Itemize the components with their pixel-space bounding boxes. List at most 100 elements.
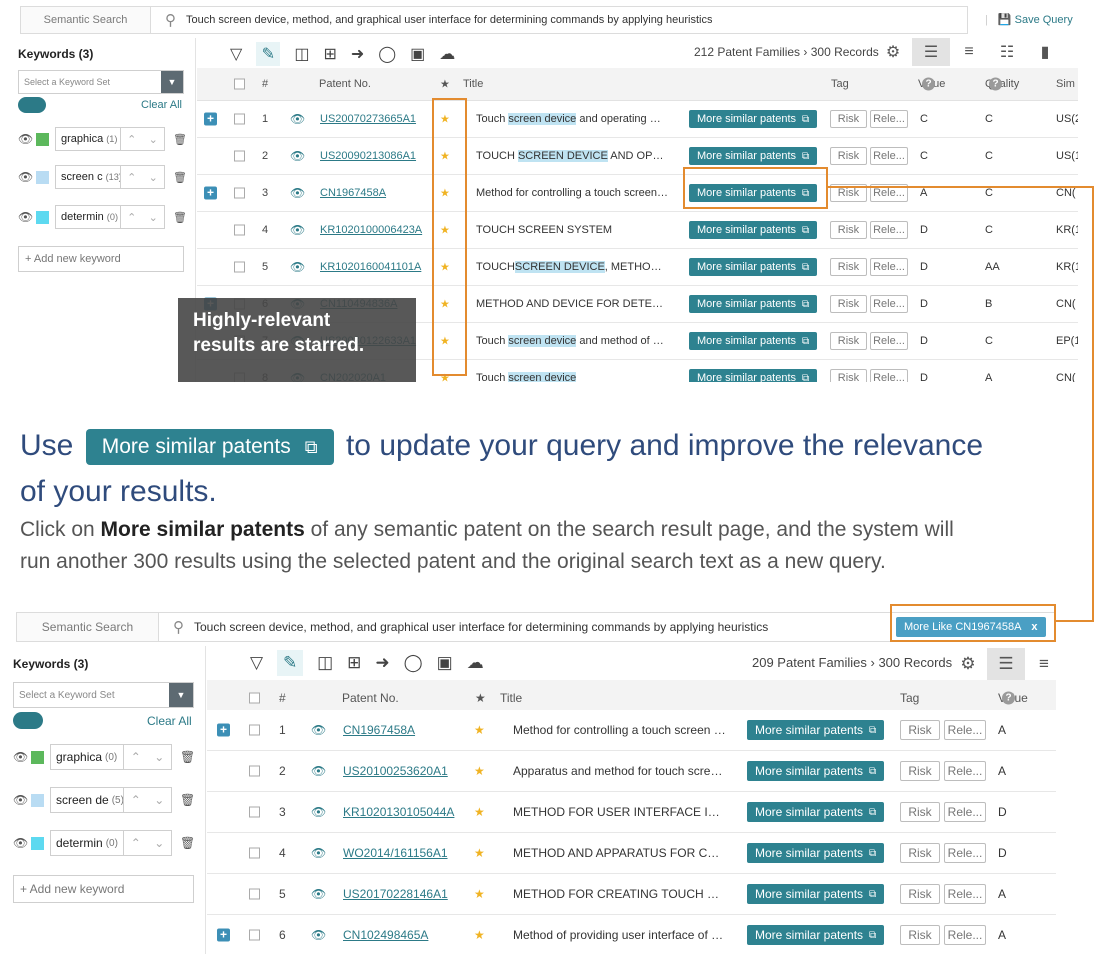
risk-tag[interactable]: Risk xyxy=(900,720,940,740)
chevron-up-icon[interactable]: ⌃ xyxy=(131,750,141,764)
more-similar-button[interactable]: More similar patents ⧉ xyxy=(689,221,818,239)
patent-number-link[interactable]: US20170228146A1 xyxy=(343,887,448,901)
preview-eye-icon[interactable]: 👁 xyxy=(311,764,326,778)
preview-eye-icon[interactable]: 👁 xyxy=(290,223,305,237)
relevant-tag[interactable]: Rele... xyxy=(944,720,986,740)
chevron-up-icon[interactable]: ⌃ xyxy=(127,211,136,224)
col-title[interactable]: Title xyxy=(500,691,522,705)
relevant-tag[interactable]: Rele... xyxy=(870,147,908,165)
star-icon[interactable]: ★ xyxy=(474,764,485,778)
export-icon[interactable]: ➜ xyxy=(351,44,364,64)
chevron-up-icon[interactable]: ⌃ xyxy=(127,133,136,146)
patent-number-link[interactable]: US20100253620A1 xyxy=(343,764,448,778)
risk-tag[interactable]: Risk xyxy=(900,884,940,904)
settings-gear-icon[interactable]: ⚙ xyxy=(874,42,912,62)
col-star-header-icon[interactable]: ★ xyxy=(475,691,486,705)
settings-gear-icon[interactable]: ⚙ xyxy=(949,654,987,674)
star-icon[interactable]: ★ xyxy=(474,846,485,860)
row-checkbox[interactable] xyxy=(234,187,245,199)
patent-number-link[interactable]: KR1020130105044A xyxy=(343,805,454,819)
preview-eye-icon[interactable]: 👁 xyxy=(290,112,305,126)
filter-icon[interactable]: ▽ xyxy=(230,44,242,64)
keyword-color-swatch[interactable] xyxy=(36,210,49,224)
keyword-order-arrows[interactable]: ⌃ ⌄ xyxy=(124,744,172,770)
col-title[interactable]: Title xyxy=(463,78,483,90)
compare-icon[interactable]: ◫ xyxy=(294,44,309,64)
export-icon[interactable]: ➜ xyxy=(375,653,389,673)
chevron-down-icon[interactable]: ⌄ xyxy=(149,211,158,224)
col-patent-no[interactable]: Patent No. xyxy=(319,78,371,90)
trash-icon[interactable]: 🗑 xyxy=(173,171,187,184)
patent-number-link[interactable]: WO2014/161156A1 xyxy=(343,846,448,860)
row-checkbox[interactable] xyxy=(234,261,245,273)
chevron-down-icon[interactable]: ⌄ xyxy=(154,836,164,850)
keyword-set-select[interactable]: Select a Keyword Set ▼ xyxy=(13,682,194,708)
keyword-order-arrows[interactable]: ⌃ ⌄ xyxy=(121,165,165,189)
relevant-tag[interactable]: Rele... xyxy=(944,843,986,863)
compact-view-icon[interactable]: ≡ xyxy=(950,43,988,61)
expand-icon[interactable]: + xyxy=(217,928,230,942)
chevron-up-icon[interactable]: ⌃ xyxy=(127,171,136,184)
preview-eye-icon[interactable]: 👁 xyxy=(311,805,326,819)
list-view-icon[interactable]: ☰ xyxy=(987,648,1025,680)
star-icon[interactable]: ★ xyxy=(474,887,485,901)
relevant-tag[interactable]: Rele... xyxy=(944,802,986,822)
risk-tag[interactable]: Risk xyxy=(900,802,940,822)
col-star-header-icon[interactable]: ★ xyxy=(440,78,450,91)
select-all-checkbox[interactable] xyxy=(249,692,260,703)
relevant-tag[interactable]: Rele... xyxy=(870,110,908,128)
risk-tag[interactable]: Risk xyxy=(830,147,867,165)
risk-tag[interactable]: Risk xyxy=(900,843,940,863)
more-similar-button[interactable]: More similar patents ⧉ xyxy=(747,884,885,904)
row-checkbox[interactable] xyxy=(249,765,260,777)
search-query-input[interactable]: Touch screen device, method, and graphic… xyxy=(194,620,768,634)
cloud-icon[interactable]: ☁ xyxy=(467,653,484,673)
select-all-checkbox[interactable] xyxy=(234,78,245,90)
trash-icon[interactable]: 🗑 xyxy=(173,133,187,146)
detail-view-icon[interactable]: ☷ xyxy=(988,42,1026,62)
compact-view-icon[interactable]: ≡ xyxy=(1025,654,1056,674)
more-similar-button[interactable]: More similar patents ⧉ xyxy=(689,110,818,128)
trash-icon[interactable]: 🗑 xyxy=(180,836,195,850)
more-similar-button[interactable]: More similar patents ⧉ xyxy=(689,369,818,382)
keyword-color-swatch[interactable] xyxy=(31,750,44,764)
star-icon[interactable]: ★ xyxy=(474,928,485,942)
row-checkbox[interactable] xyxy=(234,113,245,125)
chevron-down-icon[interactable]: ⌄ xyxy=(154,793,164,807)
trash-icon[interactable]: 🗑 xyxy=(180,793,195,807)
keyword-set-select[interactable]: Select a Keyword Set ▼ xyxy=(18,70,184,94)
patent-number-link[interactable]: CN102498465A xyxy=(343,928,428,942)
more-similar-button[interactable]: More similar patents ⧉ xyxy=(689,147,818,165)
row-checkbox[interactable] xyxy=(234,224,245,236)
eye-icon[interactable]: 👁 xyxy=(13,836,29,850)
preview-eye-icon[interactable]: 👁 xyxy=(290,186,305,200)
semantic-search-tab[interactable]: Semantic Search xyxy=(21,7,151,33)
risk-tag[interactable]: Risk xyxy=(900,925,940,945)
preview-eye-icon[interactable]: 👁 xyxy=(311,928,326,942)
share-icon[interactable]: ▣ xyxy=(437,653,453,673)
keyword-color-swatch[interactable] xyxy=(31,836,44,850)
keyword-field[interactable]: screen de (5) xyxy=(50,787,124,813)
help-icon[interactable]: ? xyxy=(1002,691,1015,704)
chevron-down-icon[interactable]: ⌄ xyxy=(154,750,164,764)
eye-icon[interactable]: 👁 xyxy=(18,170,34,184)
more-similar-button[interactable]: More similar patents ⧉ xyxy=(747,843,885,863)
chevron-up-icon[interactable]: ⌃ xyxy=(131,836,141,850)
trash-icon[interactable]: 🗑 xyxy=(180,750,195,764)
clear-all-link[interactable]: Clear All xyxy=(147,714,192,728)
keyword-order-arrows[interactable]: ⌃ ⌄ xyxy=(124,787,172,813)
star-icon[interactable]: ★ xyxy=(474,723,485,737)
keyword-order-arrows[interactable]: ⌃ ⌄ xyxy=(121,205,165,229)
keyword-field[interactable]: screen c (13) xyxy=(55,165,121,189)
star-icon[interactable]: ★ xyxy=(474,805,485,819)
patent-number-link[interactable]: US20090213086A1 xyxy=(320,150,416,162)
help-icon[interactable]: ? xyxy=(989,77,1002,91)
cloud-icon[interactable]: ☁ xyxy=(439,44,455,64)
relevant-tag[interactable]: Rele... xyxy=(944,884,986,904)
row-checkbox[interactable] xyxy=(249,724,260,736)
expand-icon[interactable]: + xyxy=(204,112,217,126)
col-similar[interactable]: Sim xyxy=(1056,78,1075,90)
search-query-input[interactable]: Touch screen device, method, and graphic… xyxy=(186,14,712,26)
help-icon[interactable]: ? xyxy=(922,77,935,91)
patent-number-link[interactable]: CN1967458A xyxy=(343,723,415,737)
